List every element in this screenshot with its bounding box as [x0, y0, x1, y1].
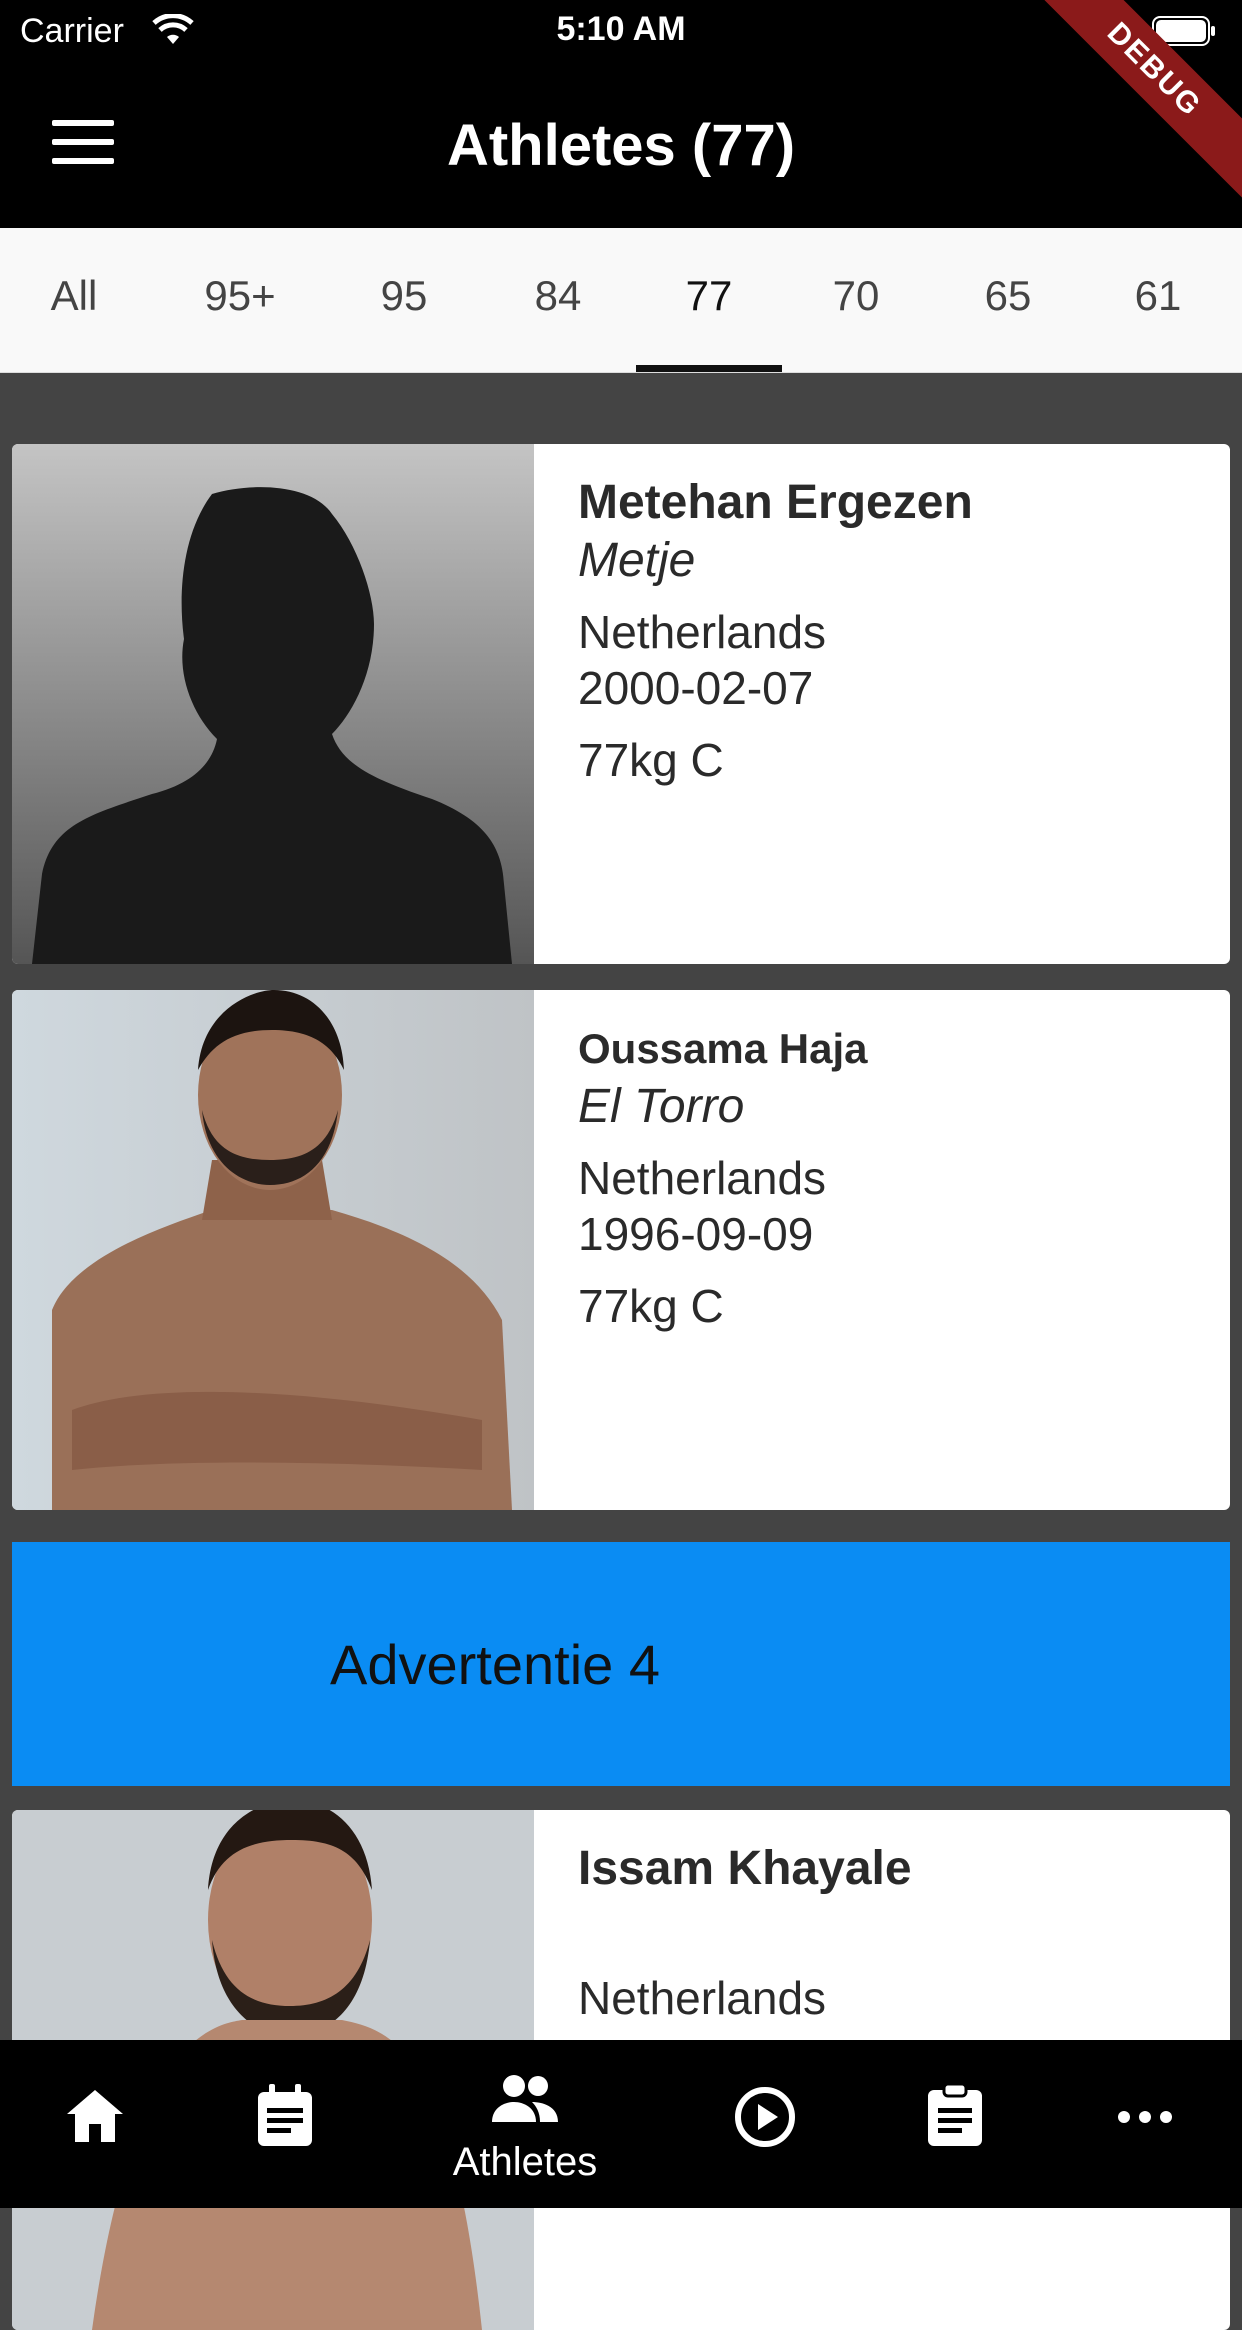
athlete-weight-class: 77kg C: [578, 734, 724, 786]
tab-all[interactable]: All: [22, 228, 126, 372]
athlete-card[interactable]: Oussama Haja El Torro Netherlands 1996-0…: [12, 990, 1230, 1510]
nav-home[interactable]: [0, 2040, 190, 2208]
athlete-name: Metehan Ergezen: [578, 476, 973, 529]
athlete-nickname: Metje: [578, 534, 696, 587]
nav-more[interactable]: [1050, 2040, 1240, 2208]
tab-label: 65: [984, 272, 1032, 319]
athlete-silhouette-placeholder: [12, 444, 534, 964]
tab-label: 61: [1134, 272, 1182, 319]
tab-label: 70: [832, 272, 880, 319]
app-bar: Athletes (77): [0, 62, 1242, 228]
tab-label: 84: [534, 272, 582, 319]
play-circle-icon: [735, 2087, 795, 2147]
athlete-weight-class: 77kg C: [578, 1280, 724, 1332]
tab-label: 95+: [204, 272, 276, 319]
tab-label: 77: [685, 272, 733, 319]
athlete-name: Issam Khayale: [578, 1842, 912, 1895]
more-icon: [1118, 2111, 1172, 2123]
nav-videos[interactable]: [670, 2040, 860, 2208]
bottom-navigation: Athletes: [0, 2040, 1242, 2208]
tab-label: 95: [380, 272, 428, 319]
tab-70[interactable]: 70: [806, 228, 906, 372]
nav-results[interactable]: [860, 2040, 1050, 2208]
athlete-dob: 1996-09-09: [578, 1208, 814, 1260]
tab-61[interactable]: 61: [1108, 228, 1208, 372]
tab-77[interactable]: 77: [636, 228, 782, 372]
tab-label: All: [50, 272, 98, 319]
nav-athletes[interactable]: Athletes: [430, 2040, 620, 2208]
tab-65[interactable]: 65: [958, 228, 1058, 372]
calendar-news-icon: [258, 2084, 312, 2146]
athlete-country: Netherlands: [578, 606, 827, 658]
athlete-name: Oussama Haja: [578, 1025, 868, 1072]
athlete-photo: [12, 990, 534, 1510]
nav-news[interactable]: [190, 2040, 380, 2208]
athlete-dob: 2000-02-07: [578, 662, 814, 714]
page-title: Athletes (77): [446, 113, 796, 178]
athlete-info: Oussama Haja El Torro Netherlands 1996-0…: [578, 1020, 1210, 1334]
weight-class-tabs: All 95+ 95 84 77 70 65 61: [0, 228, 1242, 373]
athlete-info: Metehan Ergezen Metje Netherlands 2000-0…: [578, 474, 1210, 788]
athlete-nickname: [578, 1898, 1210, 1956]
athlete-info: Issam Khayale Netherlands: [578, 1840, 1210, 2026]
tab-84[interactable]: 84: [508, 228, 608, 372]
home-icon: [67, 2090, 123, 2142]
athlete-card[interactable]: Metehan Ergezen Metje Netherlands 2000-0…: [12, 444, 1230, 964]
athlete-nickname: El Torro: [578, 1080, 745, 1133]
tab-95-plus[interactable]: 95+: [178, 228, 302, 372]
people-icon: [492, 2075, 558, 2122]
ad-label: Advertentie 4: [330, 1632, 660, 1696]
tab-95[interactable]: 95: [354, 228, 454, 372]
advertisement-banner[interactable]: Advertentie 4: [12, 1542, 1230, 1786]
athlete-country: Netherlands: [578, 1972, 827, 2024]
athlete-country: Netherlands: [578, 1152, 827, 1204]
active-tab-indicator: [636, 365, 782, 372]
clipboard-icon: [928, 2082, 982, 2146]
nav-athletes-label: Athletes: [452, 2140, 598, 2184]
status-time: 5:10 AM: [556, 10, 686, 48]
